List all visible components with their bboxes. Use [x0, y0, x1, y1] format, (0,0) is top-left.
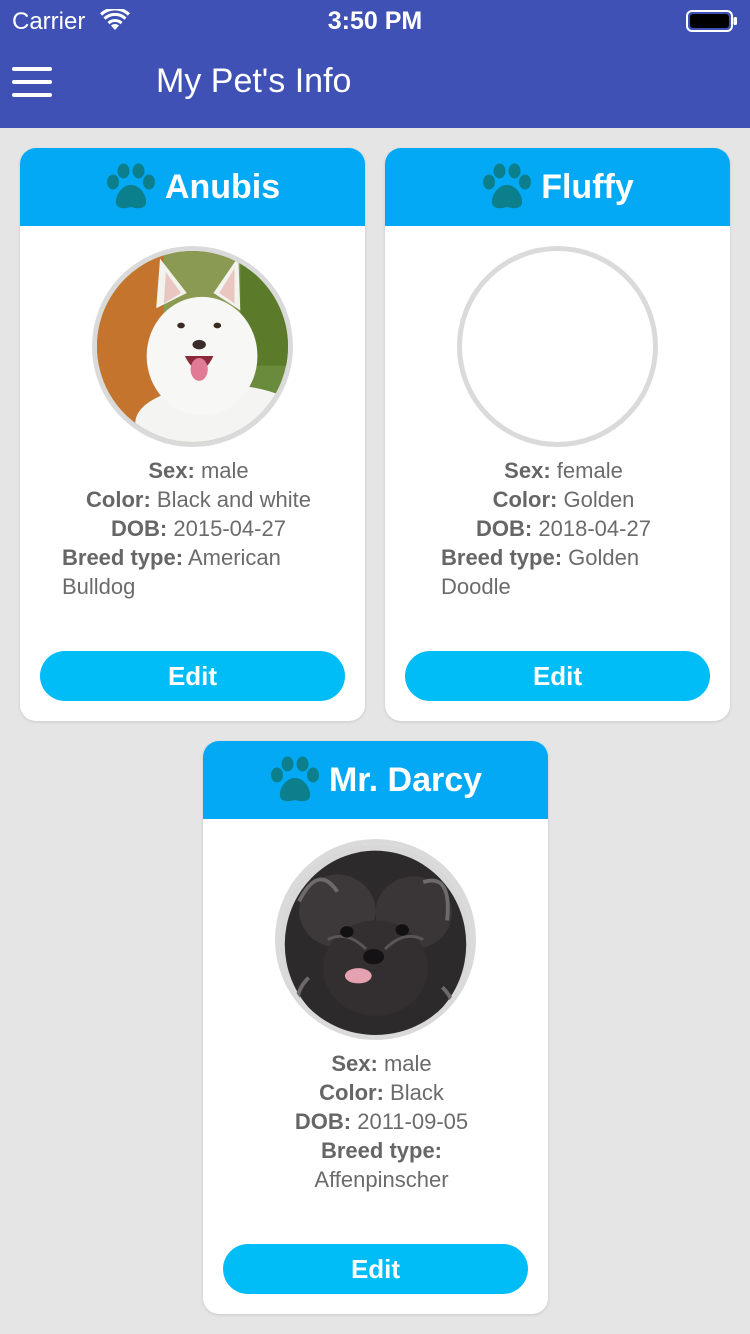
- hamburger-menu-icon[interactable]: [12, 67, 52, 97]
- page-title: My Pet's Info: [156, 62, 352, 100]
- pet-photo: [275, 839, 476, 1040]
- pet-info: Sex: female Color: Golden DOB: 2018-04-2…: [427, 456, 700, 601]
- app-header: Carrier 3:50 PM My Pet's Info: [0, 0, 750, 128]
- pet-card-header: Anubis: [20, 148, 365, 226]
- pet-card-fluffy: Fluffy Sex: female Color: Golden DOB: 20…: [385, 148, 730, 721]
- paw-icon: [105, 163, 157, 211]
- pet-card-header: Mr. Darcy: [203, 741, 548, 819]
- pet-photo: [457, 246, 658, 447]
- edit-button[interactable]: Edit: [223, 1244, 528, 1294]
- dob-value: 2015-04-27: [173, 516, 286, 541]
- black-dog-photo: [280, 844, 471, 1035]
- sex-value: male: [383, 1051, 432, 1076]
- color-value: Golden: [563, 487, 635, 512]
- dob-value: 2018-04-27: [538, 516, 651, 541]
- pet-name: Mr. Darcy: [328, 760, 483, 799]
- sex-value: female: [556, 458, 623, 483]
- paw-icon: [269, 756, 321, 804]
- breed-label: Breed type:: [441, 545, 563, 570]
- battery-icon: [686, 10, 737, 32]
- dob-label: DOB:: [476, 516, 533, 541]
- sex-value: male: [200, 458, 249, 483]
- status-time: 3:50 PM: [327, 7, 423, 35]
- dob-label: DOB:: [294, 1109, 352, 1134]
- pet-card-anubis: Anubis Sex: male Color: Black and white …: [20, 148, 365, 721]
- color-value: Black and white: [156, 487, 311, 512]
- sex-label: Sex:: [148, 458, 195, 483]
- color-label: Color:: [319, 1080, 384, 1105]
- pet-photo: [92, 246, 293, 447]
- breed-label: Breed type:: [320, 1138, 443, 1163]
- pet-card-header: Fluffy: [385, 148, 730, 226]
- dob-value: 2011-09-05: [357, 1109, 469, 1134]
- sex-label: Sex:: [331, 1051, 378, 1076]
- color-label: Color:: [86, 487, 151, 512]
- breed-value: Affenpinscher: [314, 1167, 449, 1192]
- breed-label: Breed type:: [62, 545, 184, 570]
- edit-button[interactable]: Edit: [405, 651, 710, 701]
- dob-label: DOB:: [111, 516, 168, 541]
- edit-button[interactable]: Edit: [40, 651, 345, 701]
- white-dog-photo: [97, 251, 288, 442]
- pet-name: Anubis: [164, 167, 281, 206]
- sex-label: Sex:: [504, 458, 551, 483]
- paw-icon: [481, 163, 533, 211]
- pet-card-mr-darcy: Mr. Darcy Sex: male Color: Black DOB: 20…: [203, 741, 548, 1314]
- pet-info: Sex: male Color: Black DOB: 2011-09-05 B…: [245, 1049, 518, 1194]
- empty-photo-placeholder: [457, 246, 658, 447]
- pet-info: Sex: male Color: Black and white DOB: 20…: [62, 456, 335, 601]
- color-label: Color:: [492, 487, 558, 512]
- color-value: Black: [390, 1080, 444, 1105]
- status-bar: Carrier 3:50 PM: [0, 0, 750, 40]
- pet-name: Fluffy: [541, 167, 634, 206]
